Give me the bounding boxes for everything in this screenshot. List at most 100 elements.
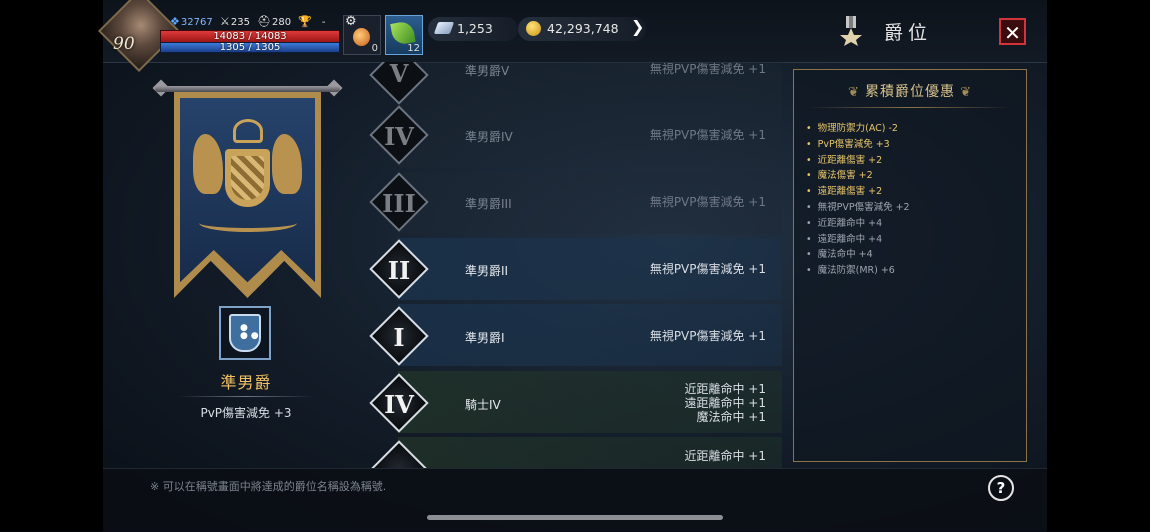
currency-expand-arrow-icon[interactable]: ❯ <box>631 17 644 36</box>
benefit-item: • 近距離命中 +4 <box>806 218 882 230</box>
mp-text: 1305 / 1305 <box>219 42 281 53</box>
rank-numeral: V <box>389 62 409 88</box>
power-stat: ❖32767 <box>170 15 213 28</box>
crystal-amount: 1,253 <box>457 21 493 36</box>
rank-numeral: I <box>393 323 405 352</box>
leaf-icon <box>390 20 416 46</box>
player-level: 90 <box>113 34 135 54</box>
laurel-right-icon: ❦ <box>955 85 973 100</box>
helmet-icon: ⛑ <box>257 15 271 28</box>
rank-numeral: IV <box>384 122 414 151</box>
gear-icon[interactable]: ⚙ <box>345 14 357 29</box>
current-rank-name: 準男爵 <box>220 373 272 392</box>
benefit-item: • 無視PVP傷害減免 +2 <box>806 202 910 214</box>
benefit-text: 遠距離傷害 +2 <box>817 186 883 198</box>
rank-numeral: II <box>387 256 411 285</box>
cumulative-benefits-panel: ❦ 累積爵位優惠 ❦ • 物理防禦力(AC) -2 • PvP傷害減免 +3 • 近距離傷… <box>793 69 1027 462</box>
benefit-text: 無視PVP傷害減免 +2 <box>817 202 910 213</box>
bullet-icon: • <box>806 249 812 261</box>
home-indicator[interactable] <box>427 515 723 520</box>
gold-coin-icon <box>526 21 541 36</box>
sword-icon: ⚔ <box>220 15 230 28</box>
power-value: 32767 <box>180 17 213 28</box>
rank-list[interactable]: V 準男爵V 無視PVP傷害減免 +1 IV 準男爵IV 無視PVP傷害減免 +… <box>368 62 788 468</box>
rank-effect-1: 無視PVP傷害減免 +1 <box>649 262 766 276</box>
benefit-item: • 魔法防禦(MR) +6 <box>806 265 895 277</box>
letterbox-right <box>1047 0 1150 531</box>
medal-icon <box>840 16 862 46</box>
benefit-text: 魔法傷害 +2 <box>817 170 873 182</box>
rank-effect-3: 魔法命中 +1 <box>696 410 766 424</box>
mp-bar: 1305 / 1305 <box>160 42 340 53</box>
defense-value: 280 <box>271 17 292 28</box>
benefit-item: • 遠距離命中 +4 <box>806 234 882 246</box>
rank-row[interactable]: V 準男爵V 無視PVP傷害減免 +1 <box>369 62 782 106</box>
trophy-stat: 🏆 - <box>298 15 326 28</box>
trophy-icon: 🏆 <box>298 15 312 28</box>
rank-effect-1: 近距離命中 +1 <box>684 382 766 396</box>
rank-row[interactable]: IV 準男爵IV 無視PVP傷害減免 +1 <box>369 105 782 168</box>
gold-amount: 42,293,748 <box>547 21 619 36</box>
benefit-text: 魔法防禦(MR) +6 <box>817 265 895 277</box>
benefit-text: 物理防禦力(AC) -2 <box>817 123 898 134</box>
help-button[interactable]: ? <box>988 475 1014 501</box>
rank-name: 準男爵I <box>465 331 505 345</box>
rank-name: 準男爵III <box>465 197 512 211</box>
panel-divider <box>808 107 1012 108</box>
rank-banner <box>152 64 343 304</box>
potion-slot[interactable]: ⚙ 0 <box>343 14 381 55</box>
bullet-icon: • <box>806 154 812 166</box>
crown-emblem <box>233 119 263 143</box>
bullet-icon: • <box>806 138 812 150</box>
potion-icon <box>353 28 370 46</box>
attack-stat: ⚔235 <box>220 15 250 28</box>
rank-effect-1: 無視PVP傷害減免 +1 <box>649 62 766 76</box>
rank-numeral: III <box>382 189 416 218</box>
rank-row[interactable]: II 準男爵II 無視PVP傷害減免 +1 <box>369 238 782 300</box>
benefit-text: 遠距離命中 +4 <box>817 233 883 245</box>
benefit-item: • 近距離傷害 +2 <box>806 155 882 167</box>
benefit-text: 近距離傷害 +2 <box>817 154 883 166</box>
shield-pattern <box>231 156 264 200</box>
rank-effect-1: 近距離命中 +1 <box>684 449 766 463</box>
gold-currency: 42,293,748 <box>518 17 646 41</box>
rank-numeral: IV <box>384 390 414 419</box>
rank-row[interactable]: 近距離命中 +1 <box>369 437 782 468</box>
defense-stat: ⛑280 <box>257 15 291 28</box>
crystal-currency: 1,253 <box>428 17 518 41</box>
rank-diamond-icon <box>369 440 429 468</box>
bullet-icon: • <box>806 217 812 229</box>
rank-divider <box>178 396 314 397</box>
benefit-item: • PvP傷害減免 +3 <box>806 139 890 151</box>
rank-row[interactable]: III 準男爵III 無視PVP傷害減免 +1 <box>369 172 782 234</box>
benefit-item: • 魔法命中 +4 <box>806 249 873 261</box>
crystal-icon <box>433 22 455 34</box>
rank-name: 準男爵II <box>465 264 509 278</box>
letterbox-left <box>0 0 103 531</box>
bullet-icon: • <box>806 202 812 213</box>
benefit-item: • 遠距離傷害 +2 <box>806 186 882 198</box>
rank-name: 騎士IV <box>465 398 501 412</box>
trophy-value: - <box>321 17 326 28</box>
attack-value: 235 <box>230 17 250 28</box>
rank-row[interactable]: IV 騎士IV 近距離命中 +1 遠距離命中 +1 魔法命中 +1 <box>369 371 782 433</box>
leaf-count: 12 <box>407 43 420 54</box>
rank-name: 準男爵V <box>465 64 510 78</box>
bullet-icon: • <box>806 233 812 245</box>
hp-text: 14083 / 14083 <box>213 31 287 42</box>
current-rank-effect: PvP傷害減免 +3 <box>200 406 292 420</box>
banner-rod <box>155 86 340 92</box>
rank-badge-icon: ● ● ● <box>219 306 271 360</box>
close-button[interactable]: ✕ <box>999 18 1026 45</box>
rank-row[interactable]: I 準男爵I 無視PVP傷害減免 +1 <box>369 304 782 366</box>
bullet-icon: • <box>806 170 812 182</box>
laurel-left-icon: ❦ <box>847 85 865 100</box>
rank-effect-1: 無視PVP傷害減免 +1 <box>649 195 766 209</box>
bullet-icon: • <box>806 265 812 277</box>
benefit-text: 近距離命中 +4 <box>817 217 883 229</box>
benefit-text: 魔法命中 +4 <box>817 249 873 261</box>
benefit-item: • 魔法傷害 +2 <box>806 170 873 182</box>
rank-effect-1: 無視PVP傷害減免 +1 <box>649 128 766 142</box>
leaf-slot[interactable]: 12 <box>385 15 423 55</box>
scroll-emblem <box>199 214 297 232</box>
